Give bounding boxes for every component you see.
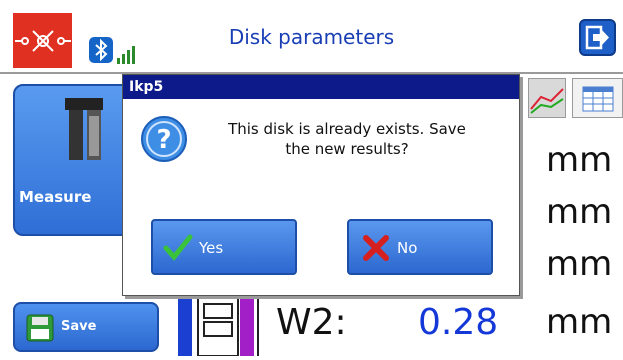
yes-label: Yes xyxy=(199,239,224,257)
exit-icon xyxy=(585,25,609,50)
dialog-message: This disk is already exists. Save the ne… xyxy=(211,119,483,159)
unit-label: mm xyxy=(546,244,613,284)
header-bar: Disk parameters xyxy=(0,0,623,74)
dialog-message-line: This disk is already exists. Save xyxy=(228,120,466,138)
dialog-message-line: the new results? xyxy=(285,140,409,158)
exit-button[interactable] xyxy=(579,19,616,56)
unit-label: mm xyxy=(546,192,613,232)
table-icon xyxy=(582,86,614,112)
dialog-title: Ikp5 xyxy=(129,79,164,95)
page-title: Disk parameters xyxy=(228,25,395,49)
w2-label: W2: xyxy=(276,302,347,343)
w2-value: 0.28 xyxy=(418,302,499,343)
confirm-dialog: Ikp5 ? This disk is already exists. Save… xyxy=(122,74,520,296)
svg-text:?: ? xyxy=(156,125,171,155)
disk-gauge-illustration xyxy=(176,292,260,357)
checkmark-icon xyxy=(163,234,193,261)
gauge-device-icon xyxy=(65,98,103,160)
no-label: No xyxy=(397,239,418,257)
save-disk-icon xyxy=(26,314,54,342)
unit-label: mm xyxy=(546,302,613,342)
dialog-title-bar: Ikp5 xyxy=(123,75,519,99)
question-icon: ? xyxy=(140,115,188,163)
measure-label: Measure xyxy=(19,188,92,206)
yes-button[interactable]: Yes xyxy=(151,219,297,275)
unit-label: mm xyxy=(546,140,613,180)
tab-chart[interactable] xyxy=(528,78,566,118)
measure-button[interactable] xyxy=(13,84,135,236)
tab-table[interactable] xyxy=(572,78,623,118)
cross-icon xyxy=(363,235,389,261)
chart-icon xyxy=(530,88,564,114)
save-label: Save xyxy=(61,319,97,334)
no-button[interactable]: No xyxy=(347,219,493,275)
